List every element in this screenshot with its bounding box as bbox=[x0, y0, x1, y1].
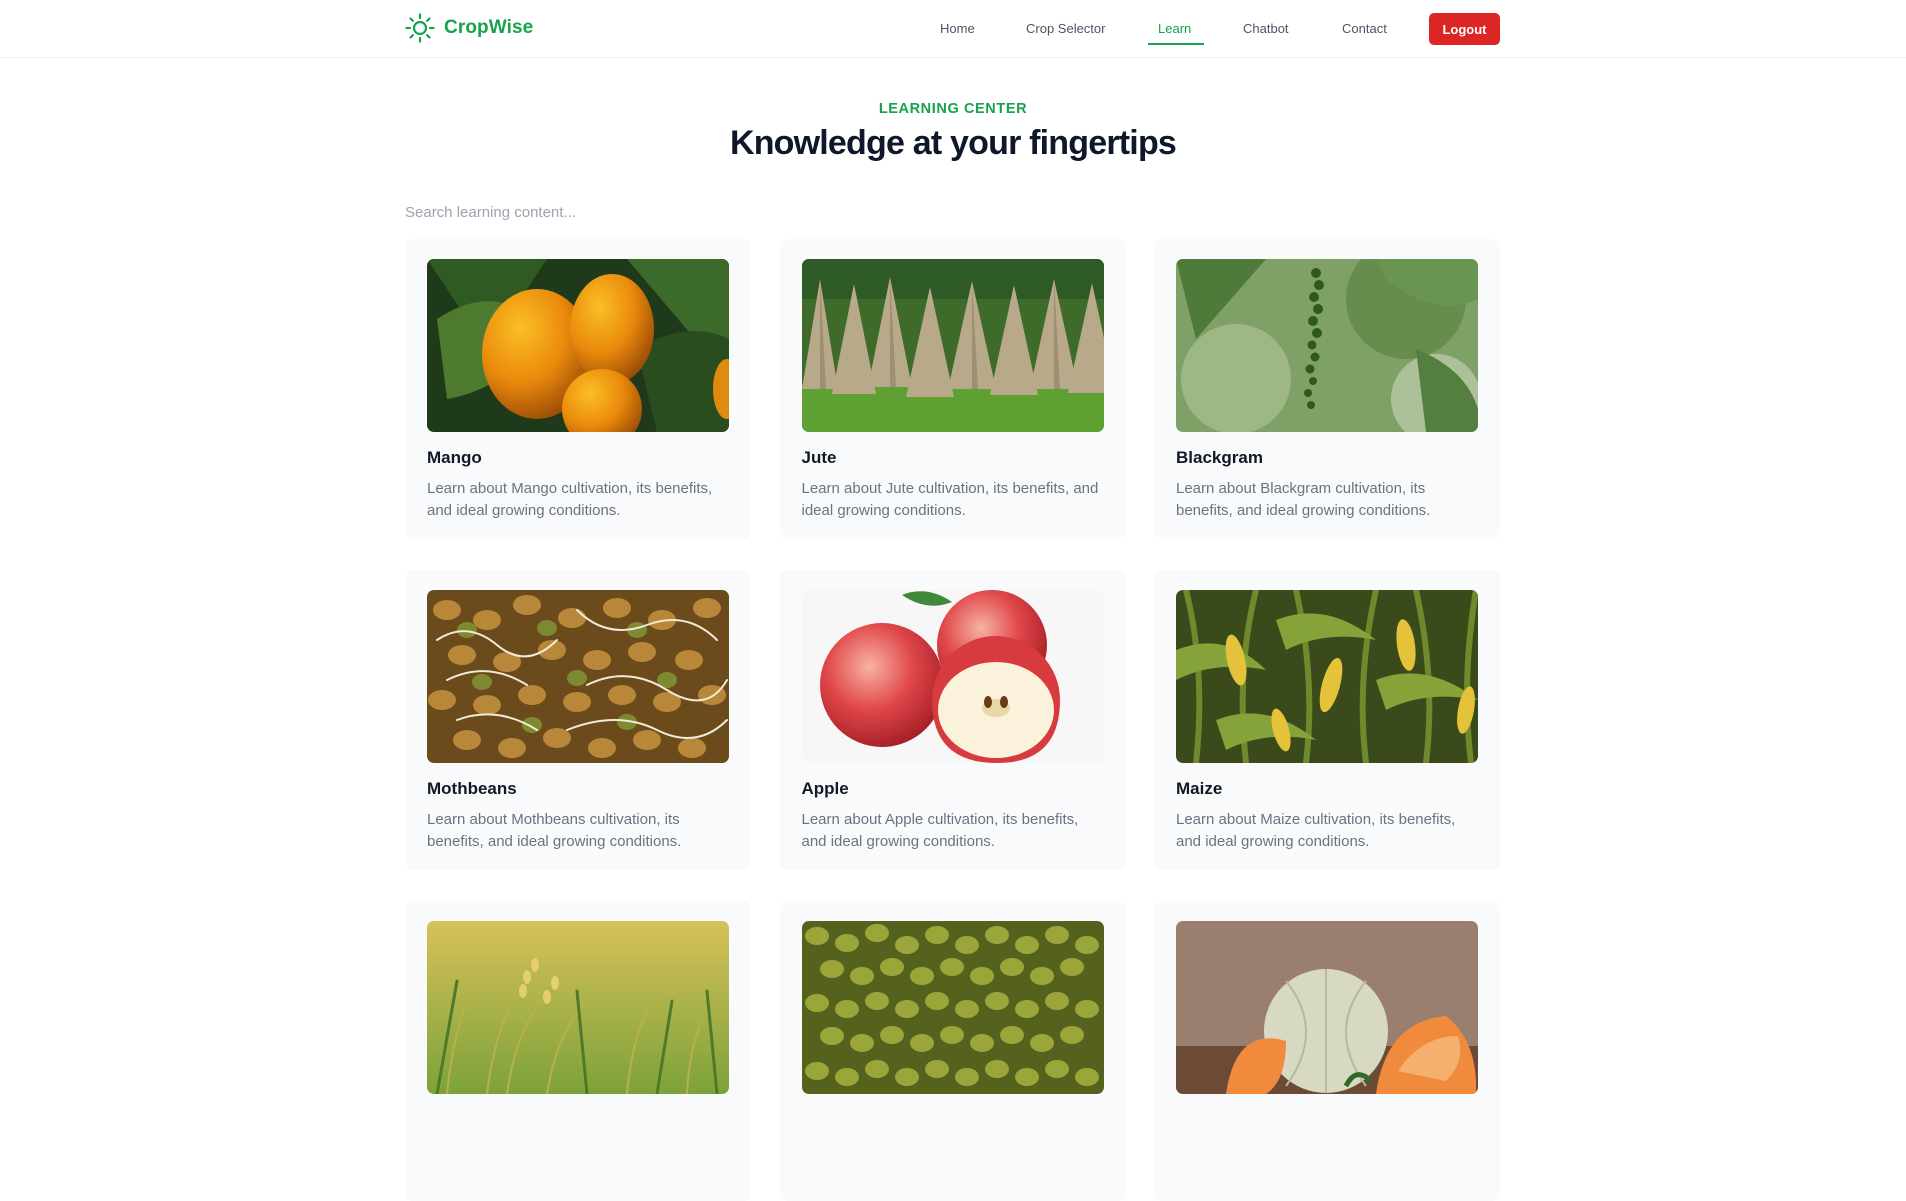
navbar: CropWise Home Crop Selector Learn Chatbo… bbox=[0, 0, 1906, 58]
card-title: Maize bbox=[1176, 779, 1223, 798]
card-description: Learn about Apple cultivation, its benef… bbox=[801, 811, 1079, 850]
crop-card-muskmelon[interactable] bbox=[1154, 901, 1500, 1201]
mungbean-image bbox=[801, 921, 1104, 1094]
section-eyebrow: LEARNING CENTER bbox=[878, 101, 1028, 117]
card-title: Jute bbox=[801, 448, 837, 467]
sun-icon bbox=[405, 13, 435, 43]
nav-crop-selector[interactable]: Crop Selector bbox=[1026, 19, 1105, 39]
nav-contact[interactable]: Contact bbox=[1342, 19, 1387, 39]
crop-card-mango[interactable]: Mango Learn about Mango cultivation, its… bbox=[405, 239, 751, 539]
brand-logo-link[interactable]: CropWise bbox=[404, 12, 533, 44]
card-description: Learn about Jute cultivation, its benefi… bbox=[801, 480, 1099, 519]
apple-image bbox=[801, 590, 1104, 763]
blackgram-image bbox=[1176, 259, 1478, 432]
page-title: Knowledge at your fingertips bbox=[729, 124, 1177, 162]
card-title: Mothbeans bbox=[427, 779, 517, 798]
mango-image bbox=[427, 259, 729, 432]
brand-name: CropWise bbox=[444, 17, 534, 38]
crop-card-mungbean[interactable] bbox=[779, 901, 1126, 1201]
nav-home[interactable]: Home bbox=[940, 19, 975, 39]
crop-card-apple[interactable]: Apple Learn about Apple cultivation, its… bbox=[779, 570, 1126, 870]
crop-card-blackgram[interactable]: Blackgram Learn about Blackgram cultivat… bbox=[1154, 239, 1500, 539]
crop-card-rice[interactable] bbox=[405, 901, 751, 1201]
search-input[interactable] bbox=[405, 200, 1500, 224]
mothbeans-image bbox=[427, 590, 729, 763]
card-description: Learn about Blackgram cultivation, its b… bbox=[1176, 480, 1431, 519]
learning-cards-grid: Mango Learn about Mango cultivation, its… bbox=[405, 239, 1500, 1201]
crop-card-mothbeans[interactable]: Mothbeans Learn about Mothbeans cultivat… bbox=[405, 570, 751, 870]
card-title: Mango bbox=[427, 448, 482, 467]
logout-button[interactable]: Logout bbox=[1429, 13, 1500, 45]
card-description: Learn about Maize cultivation, its benef… bbox=[1176, 811, 1456, 850]
maize-image bbox=[1176, 590, 1478, 763]
crop-card-jute[interactable]: Jute Learn about Jute cultivation, its b… bbox=[779, 239, 1126, 539]
crop-card-maize[interactable]: Maize Learn about Maize cultivation, its… bbox=[1154, 570, 1500, 870]
card-description: Learn about Mango cultivation, its benef… bbox=[427, 480, 713, 519]
card-title: Blackgram bbox=[1176, 448, 1263, 467]
nav-chatbot[interactable]: Chatbot bbox=[1243, 19, 1289, 39]
rice-image bbox=[427, 921, 729, 1094]
nav-active-indicator bbox=[1148, 43, 1204, 45]
nav-learn[interactable]: Learn bbox=[1158, 19, 1191, 39]
jute-image bbox=[801, 259, 1104, 432]
muskmelon-image bbox=[1176, 921, 1478, 1094]
card-title: Apple bbox=[801, 779, 849, 798]
card-description: Learn about Mothbeans cultivation, its b… bbox=[427, 811, 682, 850]
